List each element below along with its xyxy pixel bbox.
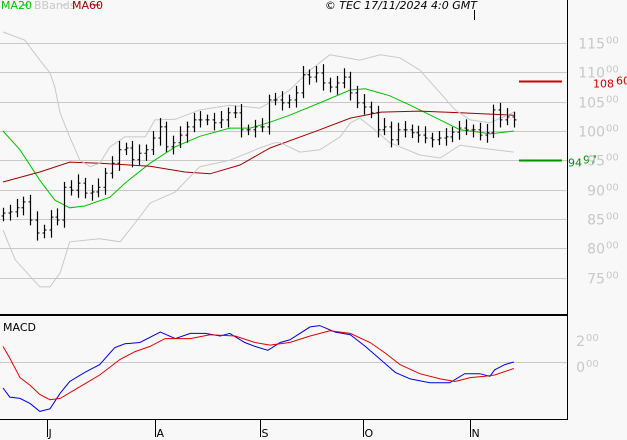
price-tick-decimals: 00 [606, 153, 619, 164]
legend: MA20 BBands MA60 [1, 0, 103, 12]
price-tick-label: 85 [587, 213, 605, 229]
legend-ma60-label: MA60 [72, 0, 103, 12]
price-tick-decimals: 00 [606, 65, 619, 76]
month-tick-label: A [157, 427, 165, 440]
price-tick-decimals: 00 [606, 95, 619, 106]
price-tick-decimals: 00 [606, 271, 619, 282]
price-tick-label: 110 [578, 66, 605, 82]
month-tick-label: O [365, 427, 374, 440]
resistance-level-decimals: 60 [616, 75, 627, 88]
price-tick-decimals: 00 [606, 36, 619, 47]
macd-tick-label: 0 [576, 360, 585, 376]
price-tick-label: 90 [587, 184, 605, 200]
macd-tick-label: 2 [576, 334, 585, 350]
price-tick-decimals: 00 [606, 241, 619, 252]
month-tick-label: S [262, 427, 269, 440]
macd-panel-title: MACD [3, 321, 36, 334]
price-tick-decimals: 00 [606, 212, 619, 223]
stock-chart: 108 6094 97 115 00110 00105 00100 0095 0090 0085… [0, 0, 627, 440]
macd-tick-decimals: 00 [586, 333, 599, 344]
price-tick-decimals: 00 [606, 124, 619, 135]
legend-ma20-label: MA20 [1, 0, 32, 12]
price-tick-label: 100 [578, 125, 605, 141]
copyright-timestamp: © TEC 17/11/2024 4:0 GMT [325, 0, 478, 12]
price-tick-label: 115 [578, 37, 605, 53]
price-tick-decimals: 00 [606, 183, 619, 194]
price-tick-label: 105 [578, 96, 605, 112]
month-tick-label: J [48, 427, 52, 440]
support-level-label: 94 [568, 157, 582, 170]
price-tick-label: 80 [587, 242, 605, 258]
price-tick-label: 95 [587, 154, 605, 170]
legend-bbands-label: BBands [34, 0, 76, 12]
price-tick-label: 75 [587, 272, 605, 288]
macd-tick-decimals: 00 [586, 359, 599, 370]
month-tick-label: N [472, 427, 480, 440]
